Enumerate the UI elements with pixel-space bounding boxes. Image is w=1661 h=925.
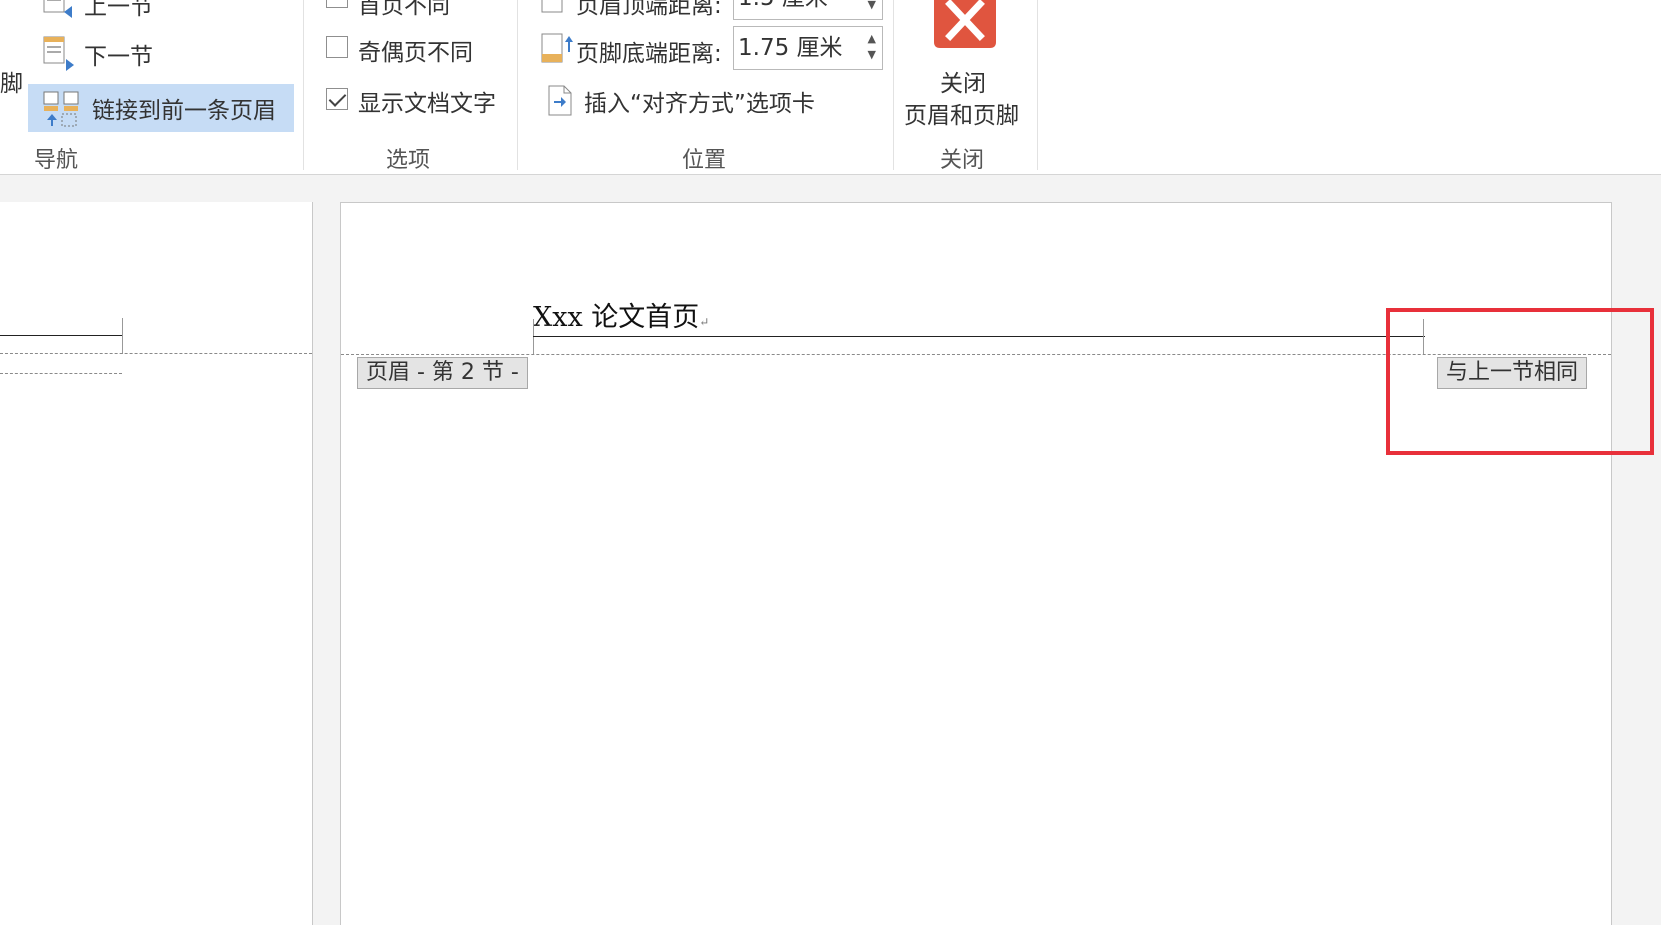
header-top-distance-input[interactable]: 1.5 厘米 ▲▼ <box>733 0 883 20</box>
header-top-icon <box>541 0 563 13</box>
group-separator <box>303 0 304 170</box>
spin-arrows-icon[interactable]: ▲▼ <box>868 31 876 63</box>
previous-section-icon <box>43 0 72 18</box>
position-group-label: 位置 <box>682 148 727 173</box>
header-top-distance-label: 页眉顶端距离: <box>576 0 722 19</box>
header-section-label: 页眉 - 第 2 节 - <box>357 357 528 389</box>
show-document-text-label[interactable]: 显示文档文字 <box>358 84 496 118</box>
footer-bottom-distance-value: 1.75 厘米 <box>738 35 843 61</box>
link-to-previous-button[interactable]: 链接到前一条页眉 <box>28 84 294 132</box>
margin-corner-mark <box>533 319 534 355</box>
link-to-previous-label: 链接到前一条页眉 <box>92 98 276 124</box>
first-page-different-label[interactable]: 首页不同 <box>358 0 450 20</box>
close-group-label: 关闭 <box>940 148 985 173</box>
group-separator <box>893 0 894 170</box>
next-section-icon <box>43 36 74 71</box>
header-top-distance-value: 1.5 厘米 <box>738 0 828 11</box>
close-header-footer-button[interactable]: 关闭 页眉和页脚 <box>900 0 1030 130</box>
previous-section-label: 上一节 <box>84 0 153 20</box>
previous-page <box>0 202 313 925</box>
close-line1: 关闭 <box>940 71 986 97</box>
close-icon <box>934 0 996 48</box>
header-boundary <box>0 353 312 354</box>
group-separator <box>517 0 518 170</box>
odd-even-different-checkbox[interactable] <box>326 36 348 58</box>
navigation-group-label: 导航 <box>34 148 79 173</box>
spin-arrows-icon[interactable]: ▲▼ <box>868 0 876 13</box>
insert-alignment-tab-icon <box>548 85 572 116</box>
link-to-previous-icon <box>43 91 79 127</box>
header-text[interactable]: Xxx 论文首页↵ <box>533 295 709 334</box>
footer-bottom-icon <box>541 33 573 63</box>
paragraph-mark-icon: ↵ <box>699 315 710 329</box>
section-break-line <box>0 373 122 374</box>
footer-bottom-distance-input[interactable]: 1.75 厘米 ▲ ▼ <box>733 26 883 70</box>
header-rule <box>0 335 122 336</box>
header-text-content: Xxx 论文首页 <box>533 302 700 333</box>
margin-corner-mark <box>122 318 123 354</box>
annotation-highlight-box <box>1386 308 1654 455</box>
show-document-text-checkbox[interactable] <box>326 88 348 110</box>
first-page-different-checkbox[interactable] <box>326 0 348 8</box>
odd-even-different-label[interactable]: 奇偶页不同 <box>358 33 473 67</box>
ribbon: 上一节 脚 下一节 链接到前一条页眉 导航 首页不同 奇偶页不同 显示文档文字 … <box>0 0 1661 175</box>
previous-section-button[interactable]: 上一节 <box>42 0 153 26</box>
header-rule <box>533 336 1425 337</box>
group-separator <box>1037 0 1038 170</box>
options-group-label: 选项 <box>386 148 431 173</box>
next-section-label: 下一节 <box>84 44 153 70</box>
next-section-button[interactable]: 下一节 <box>42 32 153 76</box>
insert-alignment-tab-label[interactable]: 插入“对齐方式”选项卡 <box>584 84 815 118</box>
close-line2: 页眉和页脚 <box>904 103 1019 129</box>
footer-label-partial[interactable]: 脚 <box>0 64 23 98</box>
footer-bottom-distance-label: 页脚底端距离: <box>576 41 722 67</box>
